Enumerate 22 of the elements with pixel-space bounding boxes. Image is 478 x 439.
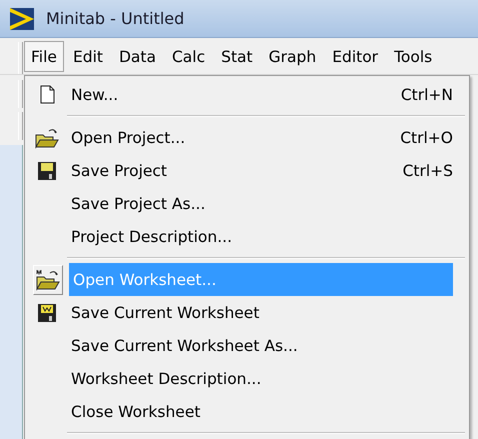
window-title: Minitab - Untitled <box>46 9 184 28</box>
open-folder-icon <box>35 126 59 148</box>
open-folder-icon <box>36 268 60 290</box>
menu-item[interactable]: Save Project As... <box>67 187 453 220</box>
menu-bar-item[interactable]: Editor <box>325 40 386 72</box>
menu-item[interactable]: Save Project Ctrl+S <box>67 154 453 187</box>
menu-item[interactable]: Save Current Worksheet <box>67 296 453 329</box>
menu-item[interactable]: Save Current Worksheet As... <box>67 329 453 362</box>
menu-item[interactable]: Open Project... Ctrl+O <box>67 121 453 154</box>
menu-item[interactable]: Worksheet Description... <box>67 362 453 395</box>
menu-bar-item[interactable]: Data <box>112 40 163 72</box>
menu-item[interactable]: New... Ctrl+N <box>67 78 453 111</box>
menu-item[interactable]: Project Description... <box>67 220 453 253</box>
menu-bar-item[interactable]: Tools <box>387 40 440 72</box>
menu-item[interactable]: Close Worksheet <box>67 395 453 428</box>
logo-icon <box>10 8 34 30</box>
document-icon <box>40 85 54 104</box>
menu-bar-item[interactable]: Edit <box>66 40 110 72</box>
menu-bar-item[interactable]: Calc <box>164 40 212 72</box>
menu-bar-item[interactable]: Graph <box>262 40 324 72</box>
menu-bar-item[interactable]: Stat <box>214 40 260 72</box>
menu-bar-item[interactable]: File <box>24 40 64 72</box>
